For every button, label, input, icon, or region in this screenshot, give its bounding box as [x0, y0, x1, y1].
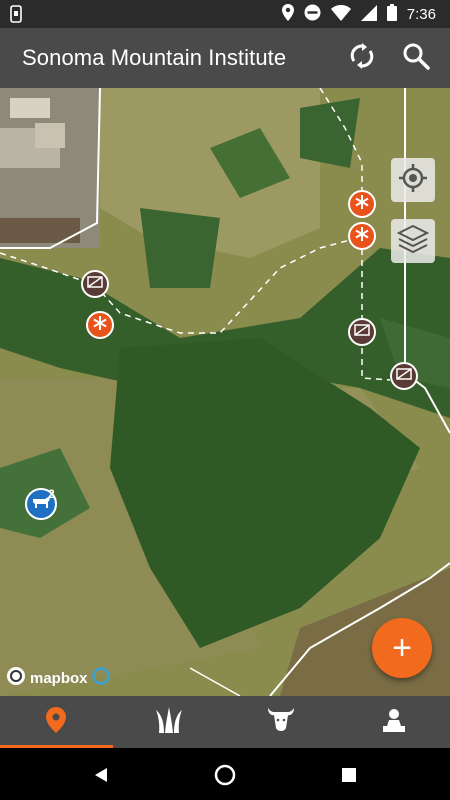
search-icon	[402, 42, 430, 75]
search-button[interactable]	[398, 40, 434, 76]
mapbox-logo-icon	[6, 666, 26, 690]
point-marker[interactable]	[86, 311, 114, 339]
wifi-icon	[330, 4, 351, 25]
map-pin-icon	[46, 706, 67, 738]
point-marker[interactable]	[348, 222, 376, 250]
nav-item-map[interactable]	[0, 696, 113, 748]
gate-icon	[396, 367, 412, 385]
back-icon[interactable]	[90, 764, 112, 786]
status-bar: 7:36	[0, 0, 450, 28]
location-icon	[281, 4, 294, 25]
grass-icon	[155, 706, 182, 738]
asterisk-icon	[354, 226, 370, 247]
nav-item-account[interactable]	[338, 696, 450, 748]
asterisk-icon	[354, 194, 370, 215]
bull-icon	[266, 707, 296, 737]
notification-icon	[10, 5, 22, 28]
bottom-nav	[0, 696, 450, 748]
home-icon[interactable]	[214, 764, 236, 786]
info-icon[interactable]	[91, 667, 110, 689]
my-location-button[interactable]	[391, 158, 435, 202]
signal-icon	[360, 4, 377, 25]
status-time: 7:36	[406, 6, 436, 23]
sync-icon	[348, 42, 376, 75]
person-icon	[382, 708, 405, 737]
sync-button[interactable]	[344, 40, 380, 76]
app-bar: Sonoma Mountain Institute	[0, 28, 450, 88]
gate-marker[interactable]	[348, 318, 376, 346]
gate-marker[interactable]	[390, 362, 418, 390]
point-marker[interactable]	[348, 190, 376, 218]
recents-icon[interactable]	[338, 764, 360, 786]
gate-icon	[354, 323, 370, 341]
layers-button[interactable]	[391, 219, 435, 263]
app-title: Sonoma Mountain Institute	[22, 45, 287, 70]
map-view[interactable]: 2 mapbox	[0, 88, 450, 696]
asterisk-icon	[92, 315, 108, 336]
satellite-imagery	[0, 88, 450, 696]
nav-item-herds[interactable]	[225, 696, 338, 748]
gate-marker[interactable]	[81, 270, 109, 298]
system-navigation-bar	[0, 748, 450, 800]
add-button[interactable]: +	[372, 618, 432, 678]
my-location-icon	[398, 163, 428, 198]
mapbox-attribution[interactable]: mapbox	[6, 666, 110, 690]
battery-icon	[386, 4, 397, 25]
herd-count-badge: 2	[48, 487, 55, 501]
nav-item-pasture[interactable]	[113, 696, 226, 748]
gate-icon	[87, 275, 103, 293]
add-icon: +	[392, 628, 412, 667]
mapbox-label: mapbox	[30, 669, 88, 687]
do-not-disturb-icon	[304, 4, 321, 25]
layers-icon	[396, 224, 430, 259]
